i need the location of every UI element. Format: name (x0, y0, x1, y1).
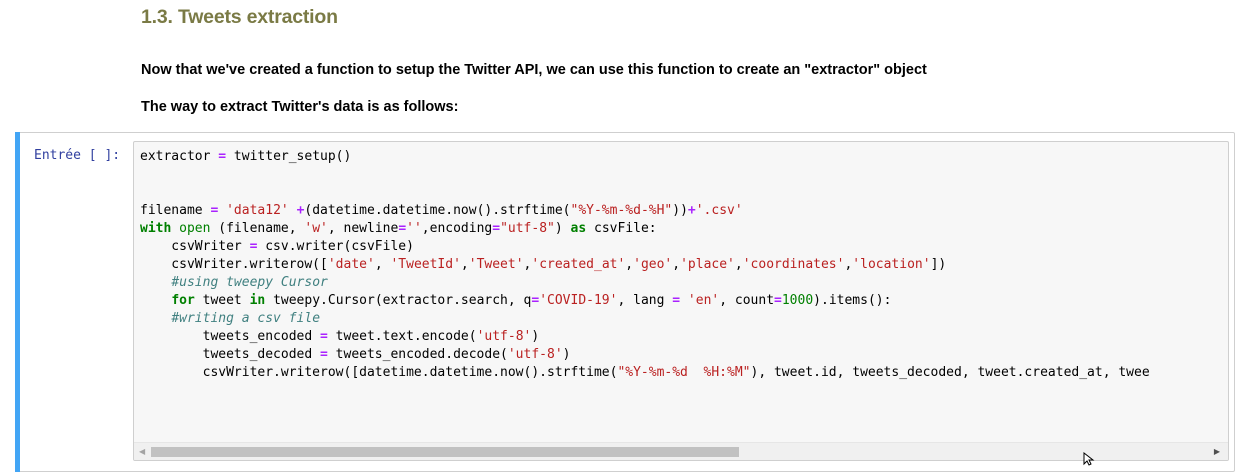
code-line-4: filename = 'data12' +(datetime.datetime.… (140, 203, 743, 218)
section-heading: 1.3. Tweets extraction (141, 6, 338, 28)
code-line-9: for tweet in tweepy.Cursor(extractor.sea… (171, 293, 892, 308)
code-area[interactable]: extractor = twitter_setup() filename = 'd… (140, 148, 1150, 382)
code-line-7: csvWriter.writerow(['date', 'TweetId','T… (140, 257, 947, 272)
code-editor[interactable]: extractor = twitter_setup() filename = 'd… (133, 141, 1229, 461)
code-line-10: #writing a csv file (171, 311, 321, 326)
mouse-cursor-icon (1083, 452, 1095, 466)
code-line-1: extractor = twitter_setup() (140, 149, 352, 164)
code-line-5: with open (filename, 'w', newline='',enc… (140, 221, 657, 236)
scroll-left-arrow-icon[interactable]: ◀ (139, 447, 145, 456)
scrollbar-thumb[interactable] (151, 447, 739, 457)
method-paragraph: The way to extract Twitter's data is as … (141, 99, 459, 115)
code-line-12: tweets_decoded = tweets_encoded.decode('… (140, 347, 571, 362)
horizontal-scrollbar[interactable]: ◀ ▶ (134, 442, 1228, 460)
intro-paragraph: Now that we've created a function to set… (141, 62, 927, 78)
code-line-13: csvWriter.writerow([datetime.datetime.no… (140, 365, 1150, 380)
cell-selected-indicator (15, 132, 20, 472)
code-line-11: tweets_encoded = tweet.text.encode('utf-… (140, 329, 540, 344)
code-line-6: csvWriter = csv.writer(csvFile) (140, 239, 414, 254)
scroll-right-arrow-icon[interactable]: ▶ (1214, 447, 1220, 456)
code-line-8: #using tweepy Cursor (171, 275, 328, 290)
input-prompt: Entrée [ ]: (34, 148, 121, 163)
